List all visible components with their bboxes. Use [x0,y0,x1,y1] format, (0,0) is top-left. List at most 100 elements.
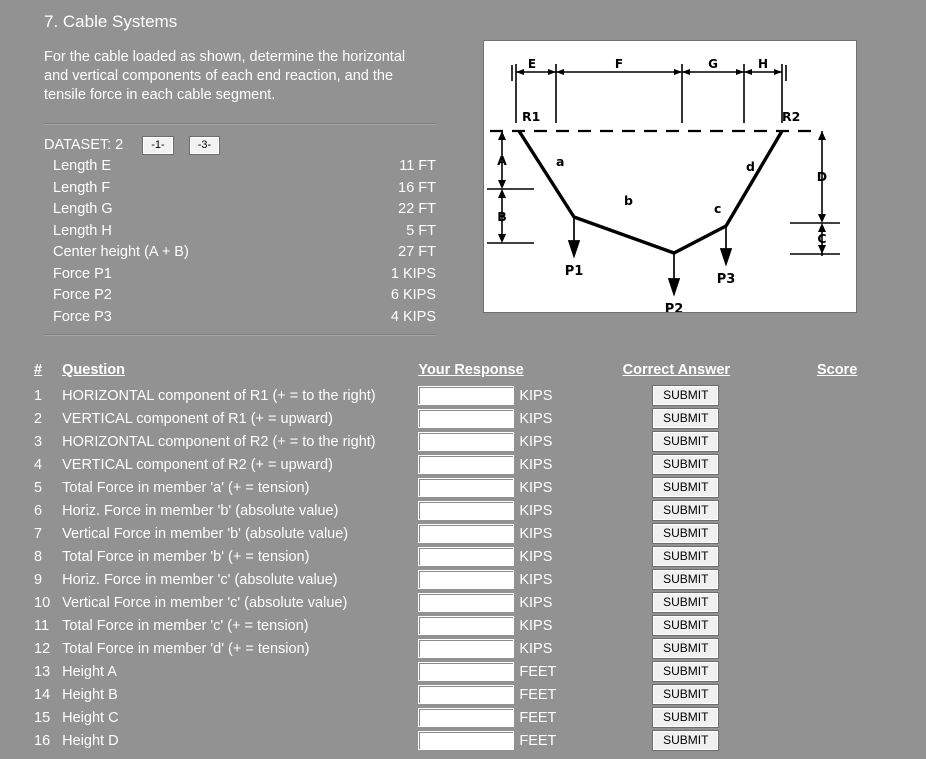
table-row: 13 Height A FEET SUBMIT [30,660,910,683]
submit-button[interactable]: SUBMIT [653,570,719,589]
response-input[interactable] [418,685,515,704]
table-row: 4 VERTICAL component of R2 (+ = upward) KI… [30,453,910,476]
row-number: 4 [34,456,43,473]
response-unit: KIPS [519,617,553,634]
header-number: # [34,362,43,378]
row-answer-cell: SUBMIT [587,430,785,453]
row-question: Total Force in member 'b' (+ = tension) [62,548,310,565]
diagram-label-span-e: E [528,57,536,71]
response-input[interactable] [418,570,515,589]
row-response-cell: KIPS [418,476,586,499]
row-number: 8 [34,548,43,565]
response-unit: KIPS [519,594,553,611]
response-input[interactable] [418,662,515,681]
dataset-row-label: Force P3 [53,308,112,325]
dataset-row-label: Length E [53,158,112,174]
submit-button[interactable]: SUBMIT [653,501,719,520]
response-input[interactable] [418,547,515,566]
submit-button[interactable]: SUBMIT [653,478,719,497]
dataset-row: Force P1 1 KIPS [44,264,436,286]
row-answer-cell: SUBMIT [587,591,785,614]
dataset-row-value: 1 KIPS [390,265,436,282]
row-question: Height C [62,709,119,726]
header-response: Your Response [418,362,524,378]
row-score [785,729,910,752]
diagram-label-member-d: d [746,159,755,174]
response-input[interactable] [418,386,515,405]
submit-button[interactable]: SUBMIT [653,547,719,566]
diagram-label-p2: P2 [665,302,684,312]
table-row: 11 Total Force in member 'c' (+ = tension… [30,614,910,637]
submit-button[interactable]: SUBMIT [653,639,719,658]
response-input[interactable] [418,639,515,658]
submit-button[interactable]: SUBMIT [653,662,719,681]
response-input[interactable] [418,478,515,497]
row-score [785,683,910,706]
response-input[interactable] [418,501,515,520]
row-question: Horiz. Force in member 'b' (absolute val… [62,502,339,519]
row-score [785,637,910,660]
row-response-cell: KIPS [418,614,586,637]
table-row: 3 HORIZONTAL component of R2 (+ = to the … [30,430,910,453]
dataset-header: DATASET: 2 -1- -3- [44,134,436,156]
response-unit: FEET [519,686,557,703]
dataset-row-value: 6 KIPS [390,287,436,303]
row-number: 9 [34,571,43,588]
dataset-row-label: Length G [53,201,113,217]
submit-button[interactable]: SUBMIT [653,593,719,612]
response-input[interactable] [418,731,515,750]
response-unit: KIPS [519,640,553,657]
submit-button[interactable]: SUBMIT [653,386,719,405]
response-input[interactable] [418,409,515,428]
dataset-row-value: 22 FT [398,201,436,217]
row-number: 11 [34,617,50,634]
problem-prompt: For the cable loaded as shown, determine… [44,49,406,103]
dataset-label: DATASET: 2 [44,137,124,153]
row-response-cell: FEET [418,683,586,706]
response-input[interactable] [418,616,515,635]
row-score [785,614,910,637]
row-question: Total Force in member 'd' (+ = tension) [62,640,310,657]
row-response-cell: KIPS [418,407,586,430]
dataset-row-label: Center height (A + B) [53,244,189,260]
row-response-cell: KIPS [418,568,586,591]
submit-button[interactable]: SUBMIT [653,731,719,750]
dataset-row-label: Length F [53,179,111,196]
row-answer-cell: SUBMIT [587,637,785,660]
row-answer-cell: SUBMIT [587,729,785,752]
row-number: 7 [34,525,43,542]
submit-button[interactable]: SUBMIT [653,685,719,704]
row-answer-cell: SUBMIT [587,499,785,522]
diagram-label-p1: P1 [565,264,584,279]
row-number: 5 [34,479,43,496]
row-answer-cell: SUBMIT [587,384,785,407]
submit-button[interactable]: SUBMIT [653,708,719,727]
submit-button[interactable]: SUBMIT [653,524,719,543]
submit-button[interactable]: SUBMIT [653,432,719,451]
submit-button[interactable]: SUBMIT [653,409,719,428]
response-input[interactable] [418,455,515,474]
dataset-row: Force P2 6 KIPS [44,285,436,307]
diagram-label-r2: R2 [782,109,800,124]
row-response-cell: FEET [418,706,586,729]
row-question: Horiz. Force in member 'c' (absolute val… [62,571,338,588]
diagram-label-height-a: A [497,153,507,168]
row-question: Height A [62,663,117,680]
divider-above-dataset [44,123,436,125]
response-input[interactable] [418,593,515,612]
problem-statement-block: 7. Cable Systems For the cable loaded as… [44,12,444,105]
row-score [785,660,910,683]
response-input[interactable] [418,708,515,727]
row-question: Total Force in member 'a' (+ = tension) [62,479,310,496]
submit-button[interactable]: SUBMIT [653,455,719,474]
response-unit: FEET [519,732,557,749]
questions-table: # Question Your Response Correct Answer … [30,362,910,752]
dataset-prev-button[interactable]: -1- [143,136,173,154]
row-score [785,545,910,568]
dataset-next-button[interactable]: -3- [189,136,220,154]
response-input[interactable] [418,524,515,543]
header-score: Score [816,362,858,378]
submit-button[interactable]: SUBMIT [653,616,719,635]
response-input[interactable] [418,432,515,451]
row-answer-cell: SUBMIT [587,706,785,729]
